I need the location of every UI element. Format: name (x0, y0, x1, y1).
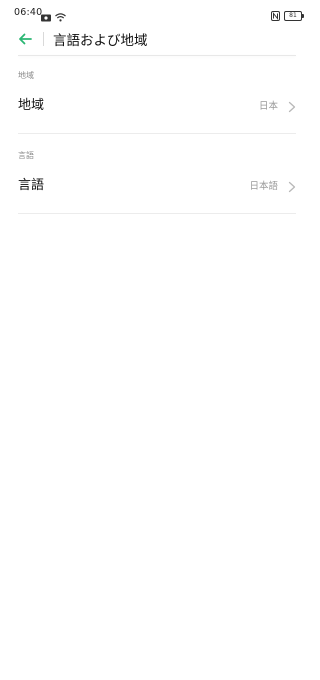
language-row-label: 言語 (18, 178, 45, 193)
region-row-label: 地域 (18, 98, 45, 113)
wifi-icon (55, 7, 66, 26)
section-label-language: 言語 (18, 151, 34, 160)
section-divider (18, 213, 296, 214)
header-divider (18, 55, 296, 56)
chevron-right-icon (288, 178, 296, 193)
arrow-left-icon (18, 30, 32, 49)
status-time: 06:40 (14, 7, 43, 18)
status-left-icons (41, 7, 66, 26)
battery-icon: 81 (284, 10, 304, 21)
back-button[interactable] (12, 28, 38, 50)
region-row[interactable]: 地域 日本 (0, 84, 314, 124)
app-header: 言語および地域 (0, 26, 314, 56)
section-divider (18, 133, 296, 134)
page-title: 言語および地域 (53, 33, 148, 49)
header-separator (43, 32, 44, 46)
region-row-value: 日本 (258, 101, 278, 112)
status-bar: 06:40 81 (0, 0, 314, 26)
language-row[interactable]: 言語 日本語 (0, 164, 314, 204)
language-row-value: 日本語 (249, 181, 278, 192)
status-right-icons: 81 (271, 6, 304, 25)
nfc-icon (271, 6, 280, 25)
battery-level: 81 (289, 11, 297, 19)
section-label-region: 地域 (18, 71, 34, 80)
screen-record-icon (41, 7, 51, 26)
chevron-right-icon (288, 98, 296, 113)
